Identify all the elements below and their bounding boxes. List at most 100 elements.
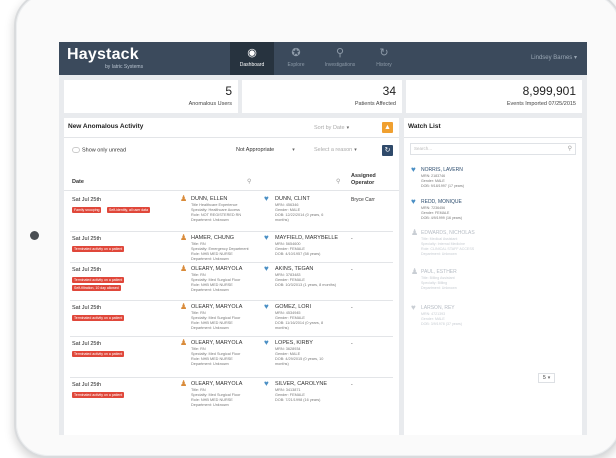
reason-select-value: Select a reason (314, 147, 353, 153)
patient-name-link[interactable]: MAYFIELD, MARYBELLE (275, 235, 338, 241)
show-unread-label: Show only unread (82, 147, 127, 154)
row-date: Sat Jul 25th (72, 236, 102, 242)
patient-heart-icon: ♥ (411, 303, 416, 312)
reason-tag[interactable]: Terminated activity on a patient (72, 277, 125, 283)
patient-heart-icon: ♥ (264, 379, 269, 388)
home-button[interactable] (30, 231, 39, 240)
app-screen: Haystack by Iatric Systems ◉ Dashboard ✪… (59, 42, 587, 435)
patient-heart-icon: ♥ (264, 302, 269, 311)
divider (64, 137, 399, 138)
user-icon: ♟ (180, 194, 188, 203)
user-name-link[interactable]: OLEARY, MARYOLA (191, 340, 242, 346)
reason-category-value: Not Appropriate (236, 147, 275, 153)
stat-events-imported[interactable]: 8,999,901 Events Imported 07/25/2015 (406, 80, 582, 113)
patient-name-link[interactable]: SILVER, CAROLYNE (275, 381, 327, 387)
nav-history[interactable]: ↻ History (362, 42, 406, 75)
user-search-icon[interactable]: ⚲ (247, 178, 251, 185)
assigned-operator[interactable]: - (351, 267, 353, 273)
history-icon: ↻ (379, 47, 389, 59)
assigned-operator[interactable]: - (351, 382, 353, 388)
assigned-operator[interactable]: Bryce Carr (351, 197, 375, 203)
row-date: Sat Jul 25th (72, 305, 102, 311)
user-name: Lindsey Barnes (530, 55, 573, 61)
watch-item-name[interactable]: NORRIS, LAVERN (421, 167, 463, 173)
nav-label: History (376, 62, 392, 68)
compass-icon: ✪ (291, 47, 301, 59)
reason-tag[interactable]: Family snooping (72, 207, 102, 213)
nav-investigations[interactable]: ⚲ Investigations (318, 42, 362, 75)
reason-tag[interactable]: Terminated activity on a patient (72, 351, 125, 357)
row-date: Sat Jul 25th (72, 341, 102, 347)
panel-title: Watch List (408, 123, 441, 130)
patient-name-link[interactable]: LOPES, KIRBY (275, 340, 313, 346)
nav-label: Explore (287, 62, 305, 68)
user-details: Title Healthcare Experience Specialty: H… (191, 203, 242, 222)
watch-item-details: Title: Medical Assistant Specialty: Inte… (421, 237, 475, 256)
user-name-link[interactable]: OLEARY, MARYOLA (191, 381, 242, 387)
anomalous-activity-panel: New Anomalous Activity Sort by Date ▾ ▲ S… (64, 118, 399, 435)
patient-search-icon[interactable]: ⚲ (336, 178, 340, 185)
patient-details: MRN: 3413871 Gender: FEMALE DOB: 7/21/19… (275, 388, 321, 402)
user-name-link[interactable]: DUNN, ELLEN (191, 196, 227, 202)
reason-tag[interactable]: Terminated activity on a patient (72, 315, 125, 321)
apply-filter-button[interactable]: ↻ (382, 145, 393, 156)
patient-name-link[interactable]: GOMEZ, LORI (275, 304, 311, 310)
patient-heart-icon: ♥ (411, 197, 416, 206)
row-divider (70, 262, 393, 263)
watch-item-details: MRN: 7236456 Gender: FEMALE DOB: 4/9/199… (421, 206, 462, 220)
watch-item-name[interactable]: PAUL, ESTHER (421, 269, 457, 275)
patient-details: MRN: 456346 Gender: MALE DOB: 12/22/2014… (275, 203, 324, 222)
chevron-down-icon: ▾ (547, 375, 551, 381)
patient-name-link[interactable]: DUNN, CLINT (275, 196, 310, 202)
show-unread-toggle[interactable]: Show only unread (72, 147, 126, 153)
user-icon: ♟ (180, 264, 188, 273)
user-details: Title: RN Specialty: Med Surgical Floor … (191, 347, 241, 366)
sort-dropdown-value: Sort by Date (314, 125, 345, 131)
watch-search-input[interactable]: Search... ⚲ (410, 143, 576, 155)
user-menu[interactable]: Lindsey Barnes ▾ (531, 54, 577, 61)
stat-patients-affected[interactable]: 34 Patients Affected (242, 80, 402, 113)
patient-details: MRN: 3783483 Gender: FEMALE DOB: 10/3/20… (275, 273, 336, 287)
user-icon: ♟ (180, 233, 188, 242)
reason-tag[interactable]: Self-identity, all user data (107, 207, 151, 213)
reason-tag[interactable]: Self-filtration, 10 day allowed (72, 285, 121, 291)
patient-heart-icon: ♥ (264, 264, 269, 273)
watch-item-name[interactable]: LARSON, REY (421, 305, 455, 311)
row-divider (70, 377, 393, 378)
column-date[interactable]: Date (72, 179, 84, 185)
assigned-operator[interactable]: - (351, 341, 353, 347)
watch-item-name[interactable]: REDD, MONIQUE (421, 199, 462, 205)
sort-dropdown[interactable]: Sort by Date ▾ (314, 125, 349, 131)
user-name-link[interactable]: OLEARY, MARYOLA (191, 304, 242, 310)
page-size-dropdown[interactable]: 5 ▾ (538, 373, 556, 383)
patient-heart-icon: ♥ (264, 233, 269, 242)
chevron-down-icon: ▾ (346, 125, 350, 131)
reason-tag[interactable]: Terminated activity on a patient (72, 392, 125, 398)
patient-name-link[interactable]: AKINS, TEGAN (275, 266, 313, 272)
user-details: Title: RN Specialty: Med Surgical Floor … (191, 311, 241, 330)
assigned-operator[interactable]: - (351, 305, 353, 311)
alert-button[interactable]: ▲ (382, 122, 393, 133)
chevron-down-icon: ▾ (292, 147, 295, 153)
stat-anomalous-users[interactable]: 5 Anomalous Users (64, 80, 238, 113)
watch-item-name[interactable]: EDWARDS, NICHOLAS (421, 230, 475, 236)
chevron-down-icon: ▾ (354, 147, 357, 153)
reason-select-dropdown[interactable]: Select a reason ▾ (314, 147, 357, 153)
user-details: Title: RN Specialty: Emergency Departmen… (191, 242, 249, 261)
user-name-link[interactable]: HAMER, CHUNG (191, 235, 234, 241)
nav-dashboard[interactable]: ◉ Dashboard (230, 42, 274, 75)
app-logo[interactable]: Haystack (67, 46, 139, 64)
nav-label: Investigations (324, 62, 356, 68)
row-divider (70, 231, 393, 232)
column-assigned-operator[interactable]: Assigned Operator (351, 173, 376, 187)
row-date: Sat Jul 25th (72, 197, 102, 203)
reason-tag[interactable]: Terminated activity on a patient (72, 246, 125, 252)
user-icon: ♟ (180, 302, 188, 311)
chevron-down-icon: ▾ (573, 55, 577, 61)
reason-category-dropdown[interactable]: Not Appropriate ▾ (236, 147, 295, 153)
user-name-link[interactable]: OLEARY, MARYOLA (191, 266, 242, 272)
checkbox-icon (72, 147, 80, 153)
watch-list-panel: Watch List Search... ⚲ ♥ NORRIS, LAVERN MR… (404, 118, 582, 435)
nav-explore[interactable]: ✪ Explore (274, 42, 318, 75)
assigned-operator[interactable]: - (351, 236, 353, 242)
